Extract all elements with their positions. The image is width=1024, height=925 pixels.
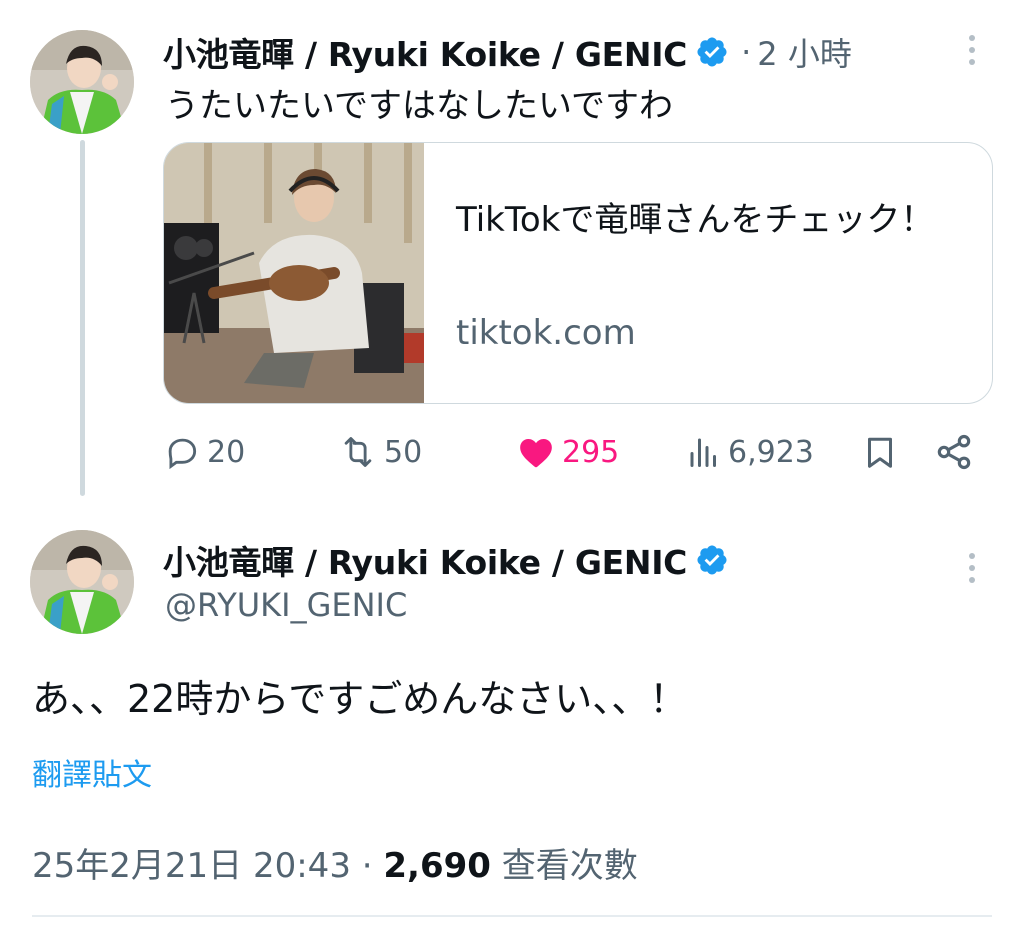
repost-count: 50 [384,434,423,470]
repost-icon [344,437,372,467]
tweet1-header: 小池竜暉 / Ryuki Koike / GENIC · 2 小時 [163,28,852,76]
like-icon [520,439,552,468]
translate-link[interactable]: 翻譯貼文 [32,750,152,794]
card-title: TikTokで竜暉さんをチェック！ [456,200,935,240]
display-name[interactable]: 小池竜暉 / Ryuki Koike / GENIC [163,536,687,584]
separator: · [361,846,373,886]
tweet-text: うたいたいですはなしたいですわ [165,86,673,126]
like-button[interactable]: 295 [516,430,619,474]
more-icon[interactable] [962,550,982,594]
time-ago[interactable]: 2 小時 [757,29,852,75]
view-count: 2,690 [383,846,491,886]
tweet-meta: 25年2月21日 20:43 · 2,690 查看次數 [32,838,638,887]
reply-count: 20 [207,434,246,470]
card-domain: tiktok.com [456,313,636,353]
more-icon[interactable] [962,32,982,76]
handle[interactable]: @RYUKI_GENIC [165,586,407,624]
bookmark-button[interactable] [862,430,904,474]
card-thumbnail [164,143,424,403]
repost-button[interactable]: 50 [338,430,422,474]
tweet-text: あ、、22時からですごめんなさい、、！ [32,677,688,721]
separator: · [741,33,752,71]
tweet2-header: 小池竜暉 / Ryuki Koike / GENIC [163,536,729,584]
timestamp[interactable]: 25年2月21日 20:43 [32,846,351,886]
reply-button[interactable]: 20 [163,430,245,474]
views-count: 6,923 [728,434,814,470]
share-button[interactable] [934,430,980,474]
verified-badge-icon [695,35,729,69]
bookmark-icon [868,437,892,468]
divider [32,915,992,917]
share-icon [937,434,971,470]
link-card[interactable]: TikTokで竜暉さんをチェック！ tiktok.com [163,142,993,404]
reply-icon [168,438,197,470]
display-name[interactable]: 小池竜暉 / Ryuki Koike / GENIC [163,28,687,76]
views-icon [690,438,716,467]
thread-line [80,140,85,496]
view-label: 查看次數 [501,846,638,886]
verified-badge-icon [695,543,729,577]
views-button[interactable]: 6,923 [686,430,814,474]
like-count: 295 [562,434,620,470]
avatar[interactable] [30,530,134,634]
avatar[interactable] [30,30,134,134]
